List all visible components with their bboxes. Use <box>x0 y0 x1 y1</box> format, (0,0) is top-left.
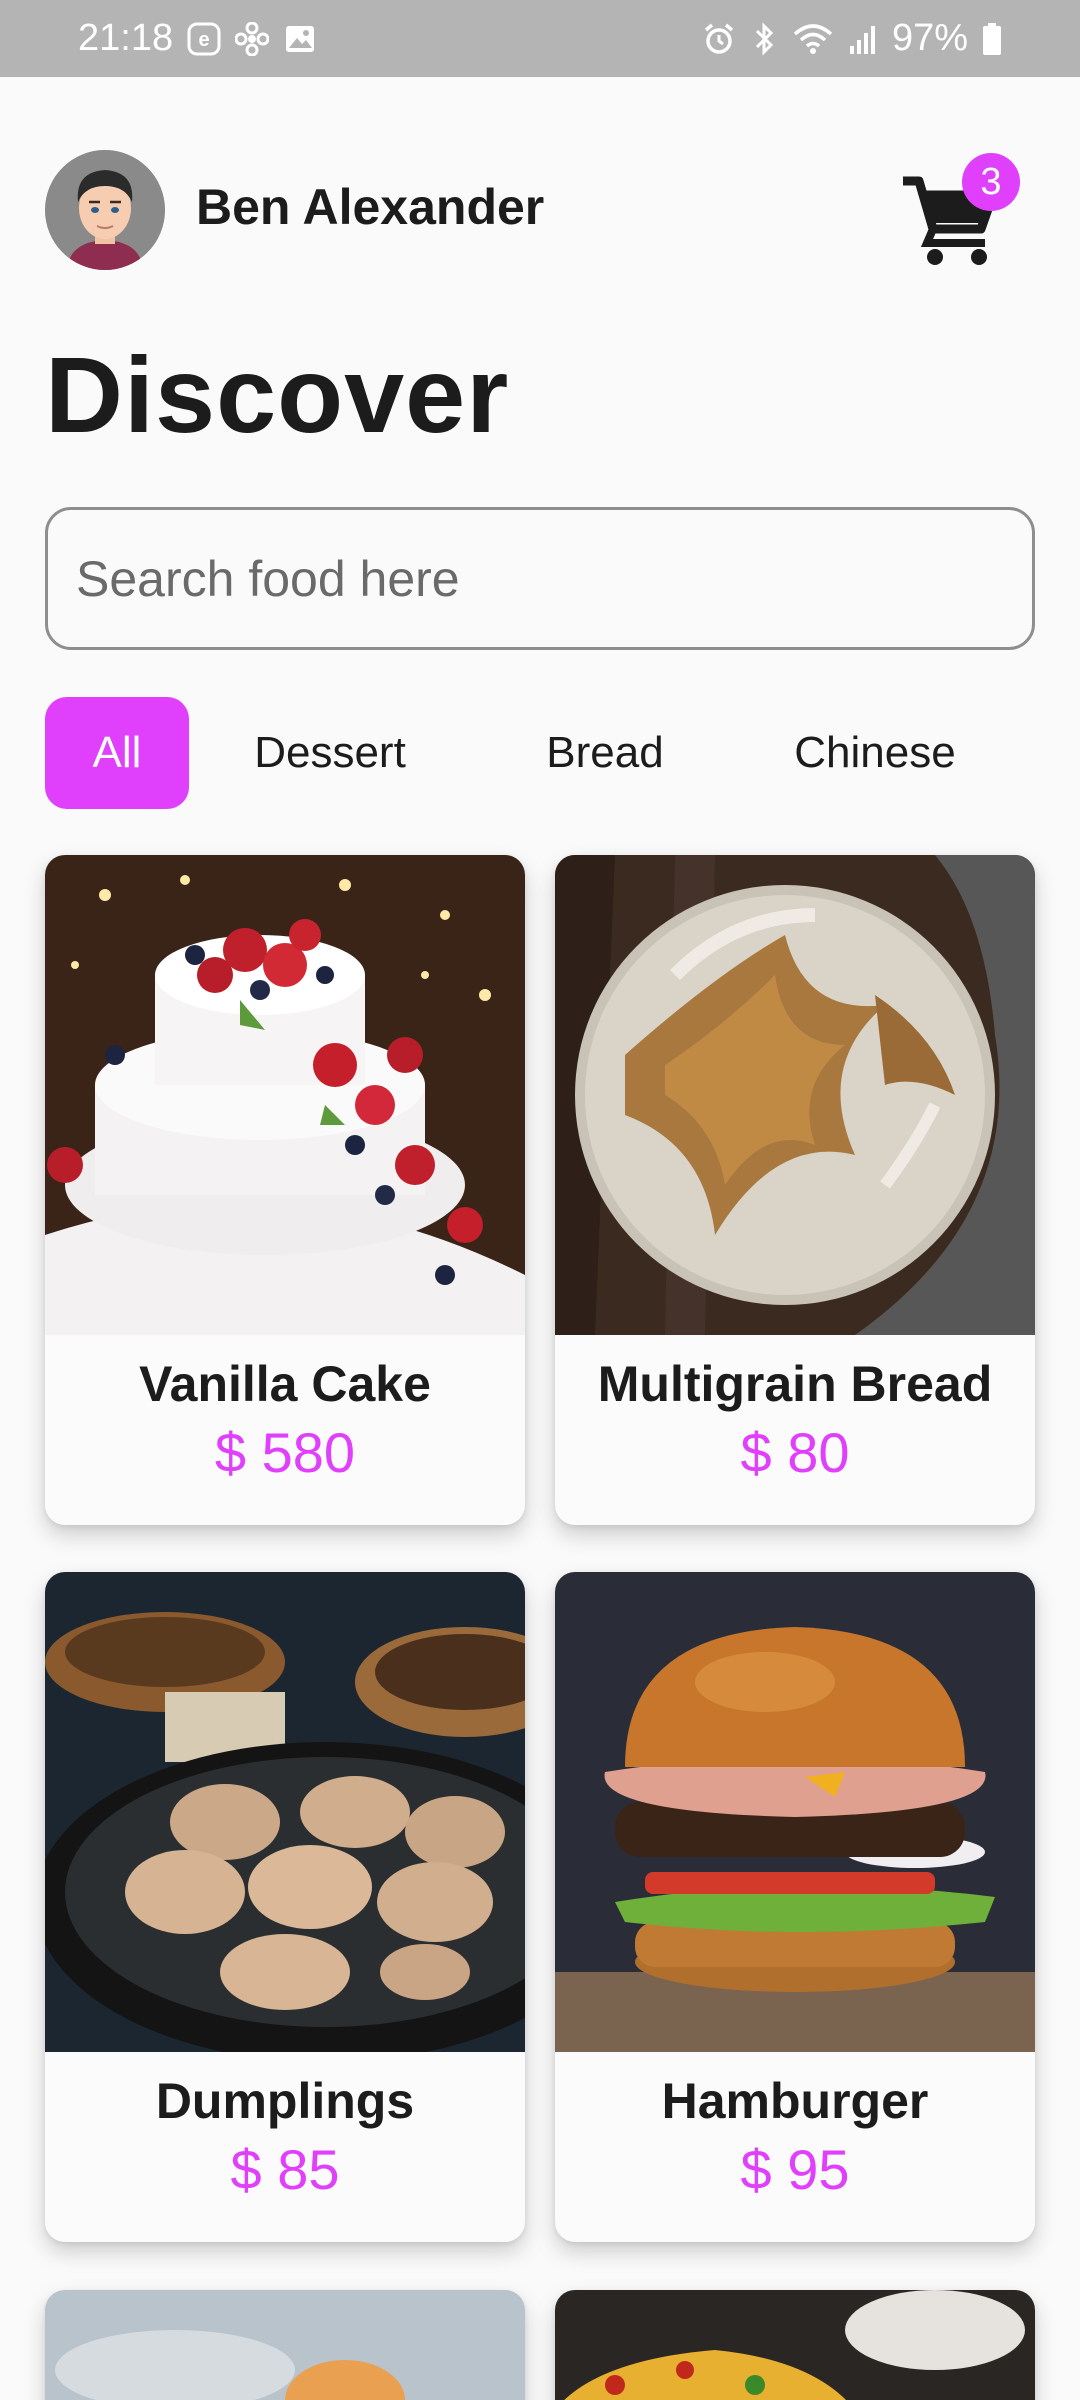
battery-percent: 97% <box>891 17 968 59</box>
gallery-icon <box>283 22 317 56</box>
cart-count-badge: 3 <box>962 153 1020 211</box>
user-name: Ben Alexander <box>196 179 545 235</box>
food-image-partial-right <box>555 2290 1035 2400</box>
food-name: Hamburger <box>661 2073 929 2129</box>
food-image-multigrain-bread <box>555 855 1035 1335</box>
search-input[interactable] <box>48 510 1032 647</box>
samsung-e-icon: e <box>187 22 221 56</box>
status-bar: 21:18 e 97% <box>0 0 1080 77</box>
bluetooth-icon <box>750 21 778 56</box>
food-card-hamburger[interactable]: Hamburger $ 95 <box>555 1572 1035 2242</box>
search-field[interactable] <box>45 507 1035 650</box>
food-card-partial-left[interactable] <box>45 2290 525 2400</box>
food-image-partial-left <box>45 2290 525 2400</box>
food-card-partial-right[interactable] <box>555 2290 1035 2400</box>
page-title: Discover <box>45 334 510 455</box>
food-image-vanilla-cake <box>45 855 525 1335</box>
status-time: 21:18 <box>78 17 174 59</box>
battery-icon <box>982 22 1002 56</box>
alarm-icon <box>702 22 736 56</box>
food-card-vanilla-cake[interactable]: Vanilla Cake $ 580 <box>45 855 525 1525</box>
food-price: $ 580 <box>214 1421 356 1484</box>
category-tabs: All Dessert Bread Chinese <box>45 697 1045 809</box>
svg-text:e: e <box>199 29 210 51</box>
pinwheel-icon <box>235 21 270 56</box>
category-chip-chinese[interactable]: Chinese <box>775 697 975 809</box>
wifi-icon <box>792 22 834 56</box>
category-chip-bread[interactable]: Bread <box>525 697 685 809</box>
food-name: Vanilla Cake <box>139 1356 431 1412</box>
avatar[interactable] <box>45 150 165 270</box>
food-price: $ 95 <box>740 2138 850 2201</box>
category-chip-all[interactable]: All <box>45 697 189 809</box>
food-name: Dumplings <box>155 2073 415 2129</box>
food-name: Multigrain Bread <box>597 1356 993 1412</box>
food-price: $ 85 <box>230 2138 340 2201</box>
signal-icon <box>848 22 878 56</box>
food-price: $ 80 <box>740 1421 850 1484</box>
food-image-dumplings <box>45 1572 525 2052</box>
food-card-multigrain-bread[interactable]: Multigrain Bread $ 80 <box>555 855 1035 1525</box>
food-image-hamburger <box>555 1572 1035 2052</box>
food-card-dumplings[interactable]: Dumplings $ 85 <box>45 1572 525 2242</box>
category-chip-dessert[interactable]: Dessert <box>245 697 415 809</box>
